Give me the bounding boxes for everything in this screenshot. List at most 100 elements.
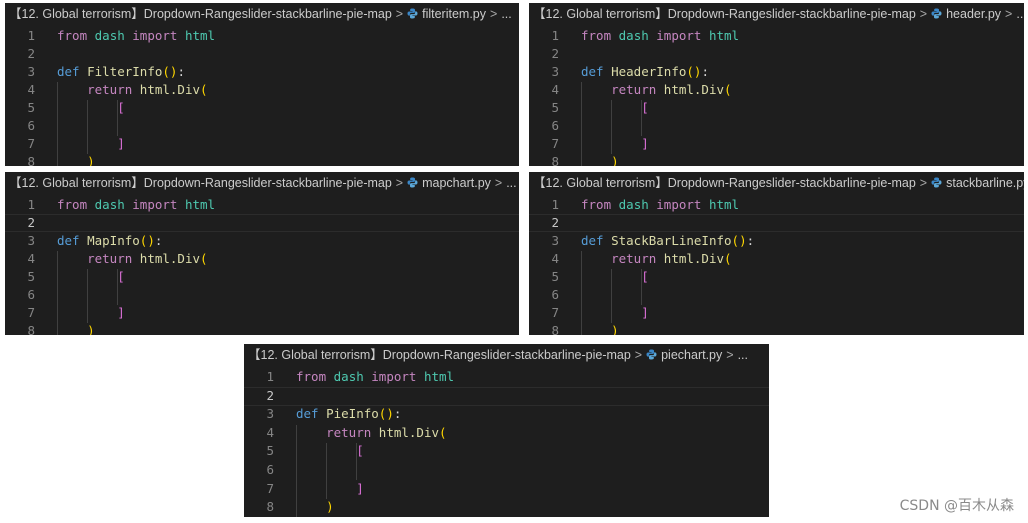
breadcrumb-project[interactable]: Dropdown-Rangeslider-stackbarline-pie-ma… <box>668 7 916 21</box>
breadcrumb-ellipsis[interactable]: ... <box>738 348 748 362</box>
code-area[interactable]: 1 from dash import html 2 3 def MapInfo(): 4 … <box>5 194 519 335</box>
colon: : <box>393 406 402 421</box>
line-number: 3 <box>551 233 559 248</box>
line-text: ) <box>57 322 95 335</box>
paren: ( <box>200 251 208 266</box>
code-line: 1 from dash import html <box>5 27 519 45</box>
breadcrumb-folder[interactable]: 【12. Global terrorism】 <box>533 7 668 21</box>
bracket: [ <box>356 443 364 458</box>
line-number: 8 <box>551 154 559 166</box>
keyword: return <box>87 251 133 266</box>
function-call: html.Div <box>663 251 725 266</box>
breadcrumb-folder[interactable]: 【12. Global terrorism】 <box>248 348 383 362</box>
breadcrumb-separator: > <box>494 176 503 190</box>
code-line: 5 [ <box>244 442 769 461</box>
breadcrumb: 【12. Global terrorism】Dropdown-Rangeslid… <box>529 172 1024 194</box>
line-number: 1 <box>27 28 35 43</box>
line-number: 2 <box>27 215 35 230</box>
code-line: 7 ] <box>244 480 769 499</box>
line-number: 8 <box>266 499 274 514</box>
paren: ( <box>439 425 447 440</box>
module-name: dash <box>618 197 649 212</box>
code-line: 4 return html.Div( <box>529 81 1024 99</box>
colon: : <box>701 64 709 79</box>
code-area[interactable]: 1 from dash import html 2 3 def FilterInfo()… <box>5 25 519 166</box>
bracket: [ <box>641 100 649 115</box>
line-number: 4 <box>27 251 35 266</box>
keyword: def <box>57 233 80 248</box>
code-line: 2 <box>5 214 519 232</box>
breadcrumb-separator: > <box>726 348 734 362</box>
bracket: ] <box>117 305 125 320</box>
function-name: PieInfo <box>326 406 379 421</box>
line-number: 5 <box>551 269 559 284</box>
code-line: 8 ) <box>529 153 1024 166</box>
breadcrumb-project[interactable]: Dropdown-Rangeslider-stackbarline-pie-ma… <box>144 7 392 21</box>
breadcrumb-file[interactable]: filteritem.py <box>422 7 486 21</box>
line-text: ] <box>581 135 649 153</box>
keyword: from <box>581 28 612 43</box>
code-area[interactable]: 1 from dash import html 2 3 def StackBarLine… <box>529 194 1024 335</box>
keyword: return <box>611 251 657 266</box>
line-number: 8 <box>27 323 35 335</box>
code-line: 5 [ <box>5 268 519 286</box>
editor-panel: 【12. Global terrorism】Dropdown-Rangeslid… <box>5 172 519 335</box>
function-name: HeaderInfo <box>611 64 687 79</box>
paren: ( <box>200 82 208 97</box>
keyword: def <box>296 406 319 421</box>
line-number: 2 <box>27 46 35 61</box>
line-number: 8 <box>551 323 559 335</box>
breadcrumb-file[interactable]: piechart.py <box>661 348 722 362</box>
bracket: [ <box>117 100 125 115</box>
code-line: 6 <box>5 286 519 304</box>
breadcrumb-project[interactable]: Dropdown-Rangeslider-stackbarline-pie-ma… <box>383 348 631 362</box>
code-area[interactable]: 1 from dash import html 2 3 def HeaderInfo()… <box>529 25 1024 166</box>
paren: ) <box>326 499 334 514</box>
breadcrumb-ellipsis[interactable]: ... <box>1016 7 1024 21</box>
colon: : <box>154 233 163 248</box>
colon: : <box>177 64 185 79</box>
line-text: def PieInfo(): <box>296 405 401 424</box>
breadcrumb-ellipsis[interactable]: ... <box>501 7 511 21</box>
line-number: 1 <box>551 197 559 212</box>
code-line: 4 return html.Div( <box>529 250 1024 268</box>
code-line: 5 [ <box>529 99 1024 117</box>
line-number: 4 <box>551 251 559 266</box>
line-number: 6 <box>551 118 559 133</box>
code-area[interactable]: 1 from dash import html 2 3 def PieInfo(): 4 … <box>244 366 769 517</box>
module-name: dash <box>94 28 125 43</box>
paren: ) <box>739 233 747 248</box>
line-text: from dash import html <box>581 27 739 45</box>
breadcrumb-project[interactable]: Dropdown-Rangeslider-stackbarline-pie-ma… <box>668 176 916 190</box>
line-text: return html.Div( <box>581 81 731 99</box>
bracket: ] <box>641 136 649 151</box>
breadcrumb-file[interactable]: header.py <box>946 7 1001 21</box>
module-name: html <box>184 197 216 212</box>
line-text: ) <box>57 153 95 166</box>
line-text: ] <box>57 135 125 153</box>
module-name: html <box>423 369 455 384</box>
breadcrumb-file[interactable]: mapchart.py <box>422 176 491 190</box>
line-text: [ <box>581 99 649 117</box>
line-text: def FilterInfo(): <box>57 63 185 81</box>
code-line: 8 ) <box>5 153 519 166</box>
line-number: 7 <box>551 136 559 151</box>
line-number: 5 <box>266 443 274 458</box>
code-line: 8 ) <box>244 498 769 517</box>
keyword: from <box>57 28 88 43</box>
keyword: import <box>656 28 702 43</box>
python-file-icon <box>931 173 942 188</box>
line-number: 8 <box>27 154 35 166</box>
breadcrumb-folder[interactable]: 【12. Global terrorism】 <box>9 176 144 190</box>
line-text: from dash import html <box>296 368 454 387</box>
breadcrumb-ellipsis[interactable]: ... <box>506 176 516 190</box>
breadcrumb-project[interactable]: Dropdown-Rangeslider-stackbarline-pie-ma… <box>144 176 392 190</box>
keyword: def <box>581 64 604 79</box>
bracket: ] <box>356 481 364 496</box>
breadcrumb-separator: > <box>490 7 498 21</box>
keyword: return <box>611 82 657 97</box>
breadcrumb-folder[interactable]: 【12. Global terrorism】 <box>533 176 668 190</box>
line-number: 5 <box>27 269 35 284</box>
breadcrumb-folder[interactable]: 【12. Global terrorism】 <box>9 7 144 21</box>
breadcrumb-file[interactable]: stackbarline.py <box>946 176 1024 190</box>
